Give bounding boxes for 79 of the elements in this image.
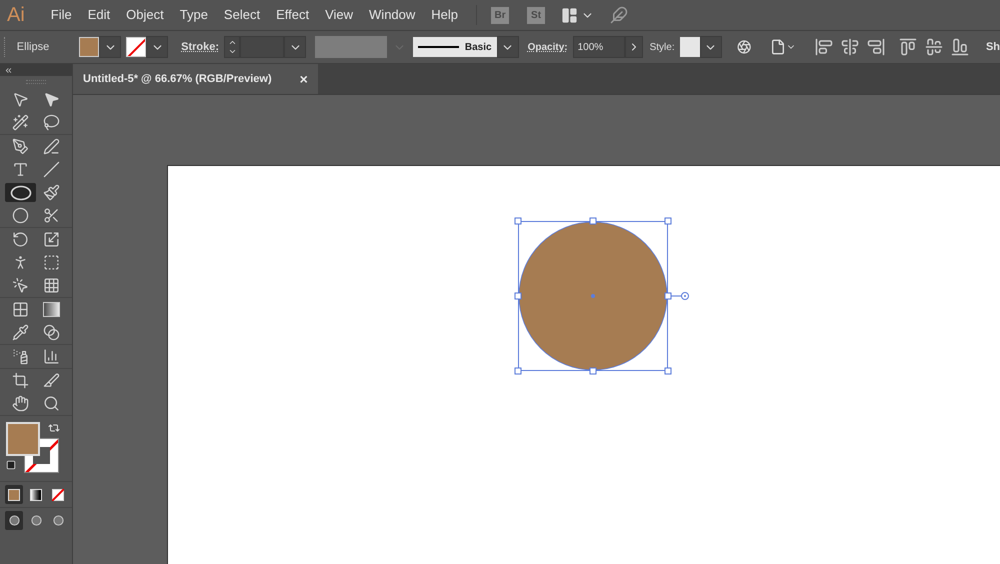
- spray-can-icon: [12, 348, 29, 365]
- hand-icon: [12, 395, 29, 412]
- magic-wand-icon: [12, 114, 29, 131]
- document-tab[interactable]: Untitled-5* @ 66.67% (RGB/Preview) ×: [73, 64, 318, 94]
- brush-field[interactable]: Basic: [412, 37, 497, 57]
- swap-arrows-icon[interactable]: [48, 422, 60, 434]
- ellipse-icon: [10, 184, 32, 200]
- opacity-label[interactable]: Opacity:: [528, 40, 568, 54]
- chevron-up-icon: [228, 38, 237, 47]
- perspective-grid-icon: [43, 277, 60, 294]
- scale-icon: [43, 231, 60, 248]
- dropdown-button[interactable]: [146, 36, 168, 58]
- style-swatch[interactable]: [680, 37, 700, 57]
- align-right-icon[interactable]: [866, 38, 885, 56]
- zoom-icon: [43, 395, 60, 412]
- opacity-arrow-button[interactable]: [624, 36, 643, 58]
- dashed-square-icon: [43, 254, 60, 271]
- column-graph-icon: [43, 348, 60, 365]
- filled-arrow-icon: [43, 91, 60, 108]
- default-colors-icon[interactable]: [6, 460, 16, 470]
- scissors-icon: [43, 207, 60, 224]
- gradient-icon: [43, 302, 60, 317]
- fill-color-swatch[interactable]: [6, 422, 40, 456]
- align-left-icon[interactable]: [814, 38, 833, 56]
- collapse-icon[interactable]: [4, 66, 13, 74]
- slice-icon: [43, 372, 60, 389]
- menu-item[interactable]: Effect: [268, 5, 318, 25]
- blend-icon: [43, 324, 60, 341]
- eyedropper-icon: [12, 324, 29, 341]
- style-label: Style:: [650, 40, 675, 54]
- menu-item[interactable]: File: [42, 5, 80, 25]
- dropdown-button[interactable]: [99, 36, 122, 58]
- recolor-wheel-icon[interactable]: [736, 38, 751, 56]
- feather-icon[interactable]: [610, 6, 628, 24]
- none-swatch[interactable]: [126, 37, 146, 57]
- menu-item[interactable]: Select: [216, 5, 268, 25]
- stroke-stepper[interactable]: [224, 36, 240, 58]
- type-icon: [12, 161, 29, 178]
- menu-item[interactable]: Type: [172, 5, 216, 25]
- blob-brush-icon: [12, 207, 29, 224]
- paintbrush-icon: [43, 184, 60, 201]
- stroke-label[interactable]: Stroke:: [181, 38, 220, 56]
- close-tab-button[interactable]: ×: [300, 68, 308, 90]
- circle-icon: [52, 515, 64, 526]
- mesh-icon: [12, 301, 29, 318]
- dropdown-button[interactable]: [496, 36, 519, 58]
- selection-arrow-icon: [12, 91, 29, 108]
- color-mode-button[interactable]: [5, 485, 23, 504]
- draw-mode-button[interactable]: [5, 511, 23, 530]
- line-icon: [43, 161, 60, 178]
- object-type-label: Ellipse: [16, 40, 50, 55]
- chevron-down-icon: [228, 47, 237, 56]
- workspace-layout-icon[interactable]: [561, 6, 578, 24]
- curvature-pen-icon: [43, 138, 60, 155]
- align-bottom-icon[interactable]: [950, 38, 969, 56]
- pen-icon: [12, 138, 29, 155]
- dropdown-button[interactable]: [700, 36, 722, 58]
- circle-icon: [8, 515, 20, 526]
- variable-width-field: [315, 36, 387, 58]
- menu-item[interactable]: Window: [361, 5, 424, 25]
- menu-item[interactable]: Object: [118, 5, 172, 25]
- lasso-icon: [43, 114, 60, 131]
- tool-button[interactable]: [5, 183, 36, 202]
- dropdown-button[interactable]: [284, 36, 306, 58]
- pointer-click-icon: [12, 277, 29, 294]
- circle-icon: [30, 515, 42, 526]
- align-center-icon[interactable]: [840, 38, 859, 56]
- menu-item[interactable]: Edit: [80, 5, 118, 25]
- align-middle-icon[interactable]: [924, 38, 943, 56]
- opacity-field[interactable]: 100%: [572, 36, 625, 58]
- app-logo: Ai: [7, 3, 25, 28]
- menu-item[interactable]: Help: [423, 5, 466, 25]
- crop-icon: [12, 372, 29, 389]
- shape-label[interactable]: Sh: [986, 38, 1000, 56]
- transform-document-icon[interactable]: [770, 39, 786, 55]
- menu-item[interactable]: View: [317, 5, 362, 25]
- color-swatch[interactable]: [79, 37, 100, 57]
- rotate-icon: [12, 231, 29, 248]
- align-top-icon[interactable]: [898, 38, 917, 56]
